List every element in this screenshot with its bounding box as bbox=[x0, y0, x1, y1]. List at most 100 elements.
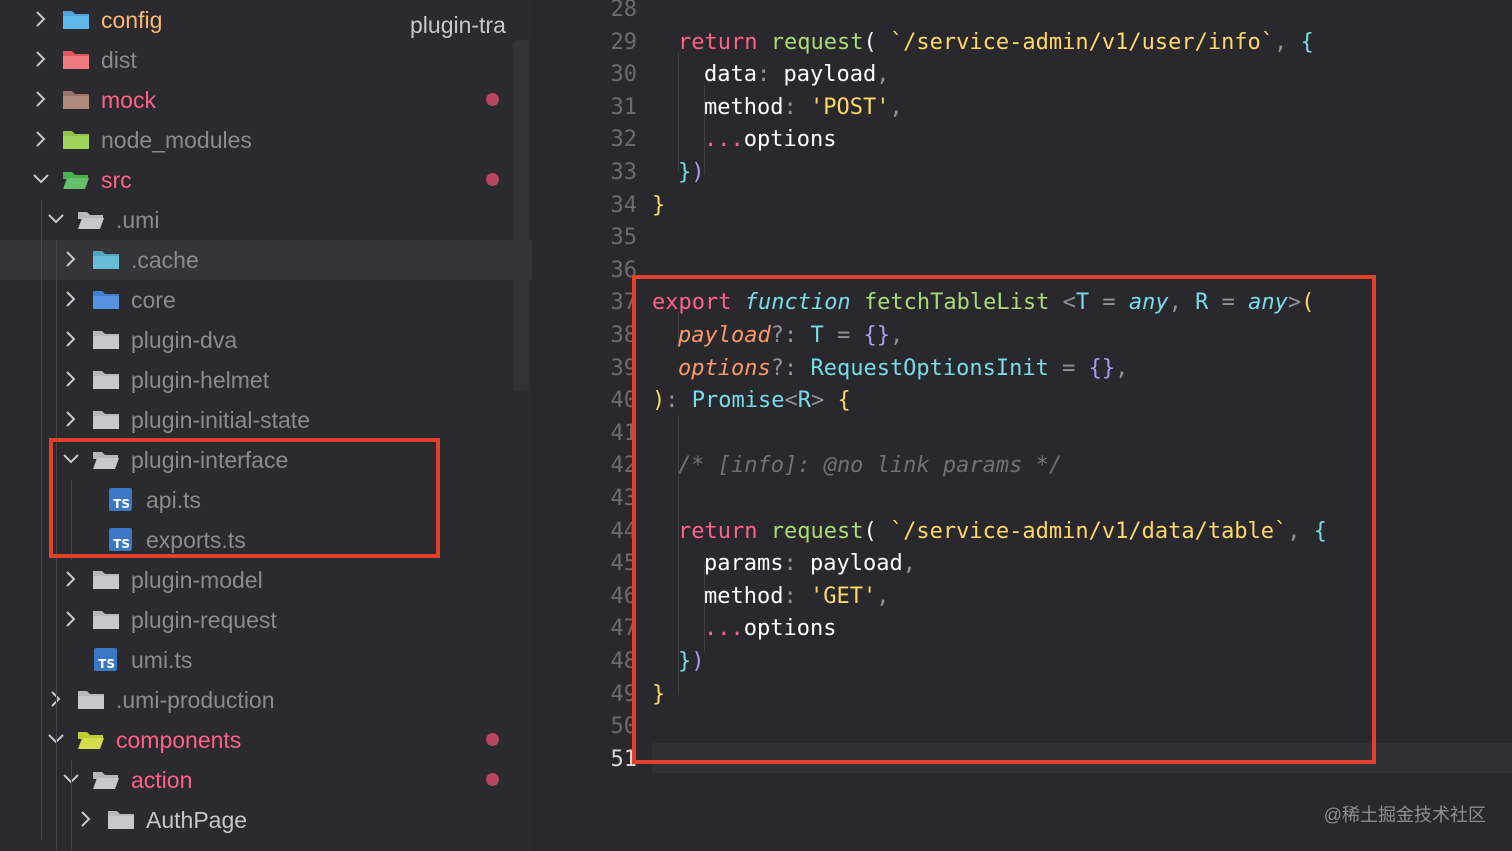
folder-icon bbox=[107, 809, 135, 831]
tree-item-mock[interactable]: mock bbox=[0, 80, 532, 120]
line-number: 36 bbox=[610, 257, 638, 283]
tree-item-plugin-model[interactable]: plugin-model bbox=[0, 560, 532, 600]
code-token: 'POST' bbox=[809, 94, 890, 120]
line-number: 42 bbox=[610, 453, 638, 479]
highlight-box-fetch-table-list bbox=[632, 275, 1376, 764]
chevron-right-icon[interactable] bbox=[60, 248, 82, 270]
line-number: 48 bbox=[610, 649, 638, 674]
folder-icon bbox=[92, 569, 120, 591]
code-token: options bbox=[743, 127, 837, 153]
watermark: @稀土掘金技术社区 bbox=[1323, 805, 1486, 825]
tree-item-umi-ts[interactable]: TS umi.ts bbox=[0, 640, 532, 680]
tree-item-plugin-request[interactable]: plugin-request bbox=[0, 600, 532, 640]
chevron-right-icon[interactable] bbox=[75, 808, 97, 830]
line-number: 47 bbox=[610, 616, 638, 642]
line-number: 30 bbox=[610, 62, 638, 88]
config-folder-icon bbox=[62, 9, 90, 31]
tree-item-core[interactable]: core bbox=[0, 280, 532, 320]
code-token: request bbox=[770, 29, 864, 55]
line-number: 49 bbox=[610, 681, 638, 707]
tree-item-plugin-helmet[interactable]: plugin-helmet bbox=[0, 360, 532, 400]
code-token: : bbox=[783, 94, 810, 120]
tree-item-label: .cache bbox=[131, 247, 199, 273]
code-line: } bbox=[652, 192, 665, 220]
code-token: : bbox=[756, 62, 784, 88]
modified-indicator bbox=[486, 733, 499, 746]
components-folder-icon bbox=[77, 729, 105, 751]
folder-icon bbox=[77, 689, 105, 711]
tree-item-label: dist bbox=[101, 47, 137, 73]
tree-item-components[interactable]: components bbox=[0, 720, 532, 760]
tree-item-label: plugin-initial-state bbox=[131, 407, 310, 433]
tree-item-label: node_modules bbox=[101, 127, 252, 153]
code-token: { bbox=[1300, 29, 1314, 55]
node-modules-folder-icon bbox=[62, 129, 90, 151]
folder-icon bbox=[77, 209, 105, 231]
tree-item-cache[interactable]: .cache bbox=[0, 240, 532, 280]
tree-item-src[interactable]: src bbox=[0, 160, 532, 200]
chevron-right-icon[interactable] bbox=[60, 608, 82, 630]
line-number: 37 bbox=[610, 290, 638, 316]
indent-guide bbox=[678, 52, 679, 172]
tree-item-plugin-dva[interactable]: plugin-dva bbox=[0, 320, 532, 360]
chevron-down-icon[interactable] bbox=[45, 208, 67, 230]
chevron-right-icon[interactable] bbox=[30, 48, 52, 70]
indent-guide bbox=[704, 85, 705, 175]
line-number: 45 bbox=[610, 551, 638, 577]
chevron-right-icon[interactable] bbox=[30, 8, 52, 30]
code-token: payload bbox=[783, 62, 877, 88]
tree-item-label: plugin-dva bbox=[131, 327, 238, 353]
code-token: } bbox=[652, 192, 666, 218]
tree-item-node-modules[interactable]: node_modules bbox=[0, 120, 532, 160]
code-line: return request( `/service-admin/v1/user/… bbox=[678, 29, 1314, 57]
line-number: 33 bbox=[610, 160, 638, 185]
chevron-right-icon[interactable] bbox=[60, 568, 82, 590]
tree-item-umi[interactable]: .umi bbox=[0, 200, 532, 240]
tree-item-label: action bbox=[131, 767, 193, 793]
tree-item-action[interactable]: action bbox=[0, 760, 532, 800]
chevron-right-icon[interactable] bbox=[60, 288, 82, 310]
tree-item-label: core bbox=[131, 287, 176, 313]
tree-item-label: components bbox=[116, 727, 242, 753]
line-number: 32 bbox=[610, 127, 638, 153]
chevron-right-icon[interactable] bbox=[60, 368, 82, 390]
chevron-down-icon[interactable] bbox=[30, 168, 52, 190]
src-folder-icon bbox=[62, 169, 90, 191]
tree-item-dist[interactable]: dist bbox=[0, 40, 532, 80]
modified-indicator bbox=[486, 173, 499, 186]
core-folder-icon bbox=[92, 289, 120, 311]
tree-item-umi-production[interactable]: .umi-production bbox=[0, 680, 532, 720]
code-editor[interactable]: 28 29 return request( `/service-admin/v1/u… bbox=[532, 0, 1512, 851]
code-token: method bbox=[704, 94, 784, 120]
line-number: 40 bbox=[610, 388, 638, 414]
tree-item-label: plugin-model bbox=[131, 567, 263, 593]
folder-open-icon bbox=[92, 769, 120, 791]
line-number: 50 bbox=[610, 714, 638, 740]
indent-guide bbox=[56, 720, 57, 850]
line-number: 38 bbox=[610, 323, 638, 348]
code-token: data bbox=[704, 62, 757, 88]
mock-folder-icon bbox=[62, 89, 90, 111]
tree-item-label: .umi-production bbox=[116, 687, 275, 713]
chevron-right-icon[interactable] bbox=[60, 328, 82, 350]
indent-guide bbox=[71, 760, 72, 850]
indent-guide bbox=[41, 200, 42, 840]
line-number: 51 bbox=[610, 746, 638, 772]
line-number: 34 bbox=[610, 192, 638, 218]
tree-item-plugin-initial-state[interactable]: plugin-initial-state bbox=[0, 400, 532, 440]
tree-item-authpage[interactable]: AuthPage bbox=[0, 800, 532, 840]
code-line: data: payload, bbox=[704, 61, 889, 89]
modified-indicator bbox=[486, 93, 499, 106]
line-number: 44 bbox=[610, 518, 638, 544]
tree-item-label: plugin-request bbox=[131, 607, 277, 633]
dist-folder-icon bbox=[62, 49, 90, 71]
chevron-right-icon[interactable] bbox=[60, 408, 82, 430]
chevron-right-icon[interactable] bbox=[30, 128, 52, 150]
tab-tooltip: plugin-tra bbox=[400, 8, 516, 42]
chevron-right-icon[interactable] bbox=[30, 88, 52, 110]
code-token: ( bbox=[863, 29, 890, 55]
tree-item-label: plugin-helmet bbox=[131, 367, 270, 393]
highlight-box-plugin-interface bbox=[49, 438, 440, 558]
tree-item-label: mock bbox=[101, 87, 156, 113]
line-number: 31 bbox=[610, 94, 638, 120]
